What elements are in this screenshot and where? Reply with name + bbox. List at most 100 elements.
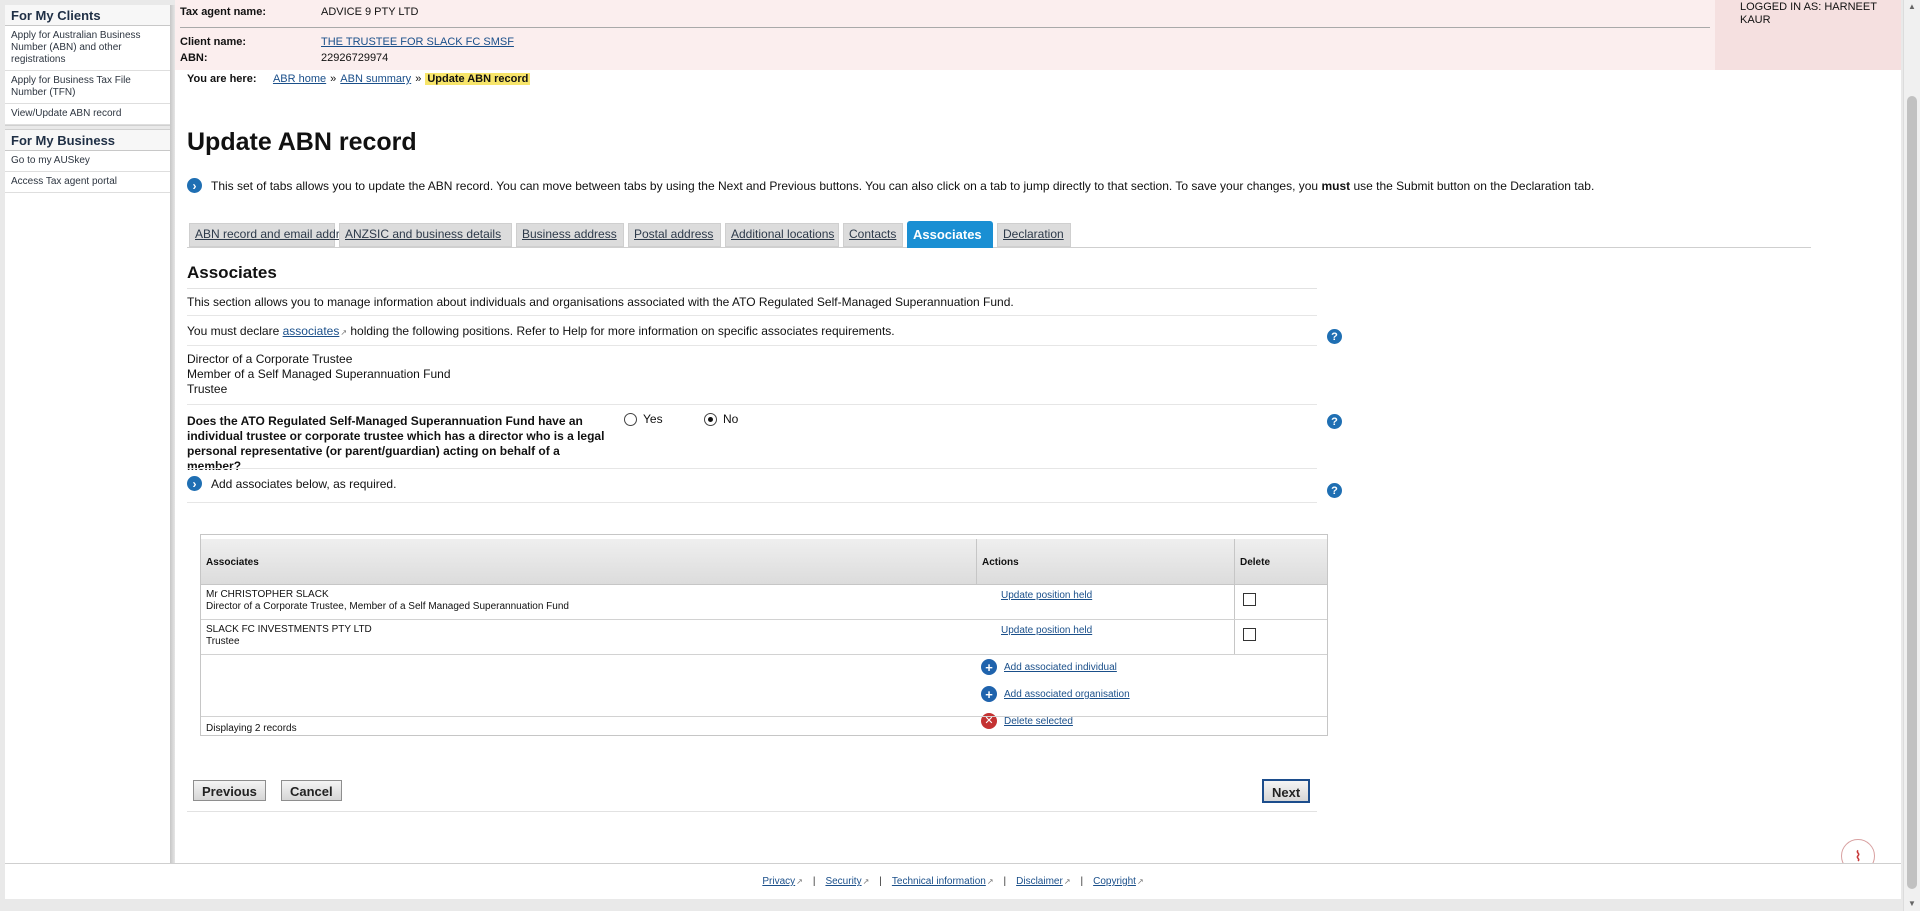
tab-business-address[interactable]: Business address	[516, 223, 624, 247]
scroll-down-icon[interactable]: ▼	[1908, 899, 1916, 908]
section-description: This section allows you to manage inform…	[187, 295, 1014, 309]
footer-link-copyright[interactable]: Copyright	[1093, 876, 1136, 887]
main-area: Tax agent name: ADVICE 9 PTY LTD Client …	[175, 0, 1901, 873]
tab-declaration[interactable]: Declaration	[997, 223, 1071, 247]
representative-question: Does the ATO Regulated Self-Managed Supe…	[187, 414, 605, 473]
footer-link-privacy[interactable]: Privacy	[762, 876, 795, 887]
divider	[187, 468, 1317, 469]
table-row: Mr CHRISTOPHER SLACK Director of a Corpo…	[201, 585, 1327, 620]
footer-separator: |	[879, 876, 882, 887]
breadcrumb-current: Update ABN record	[425, 73, 531, 85]
tab-associates[interactable]: Associates	[907, 221, 993, 248]
footer-link-technical[interactable]: Technical information	[892, 876, 986, 887]
add-associates-note: › Add associates below, as required.	[187, 476, 396, 491]
external-link-icon: ↗	[986, 877, 994, 886]
tax-agent-value: ADVICE 9 PTY LTD	[321, 6, 419, 18]
position-item: Director of a Corporate Trustee	[187, 352, 353, 366]
scroll-thumb[interactable]	[1907, 96, 1917, 889]
sidebar-item-tax-agent-portal[interactable]: Access Tax agent portal	[5, 172, 170, 193]
breadcrumb-abn-summary[interactable]: ABN summary	[340, 73, 411, 85]
add-icon: +	[981, 659, 997, 675]
help-icon[interactable]: ?	[1327, 414, 1342, 429]
update-position-link[interactable]: Update position held	[1001, 590, 1092, 601]
scroll-up-icon[interactable]: ▲	[1908, 2, 1916, 11]
add-individual-link[interactable]: Add associated individual	[1004, 662, 1117, 673]
previous-button[interactable]: Previous	[193, 780, 266, 801]
scrollbar[interactable]: ▲ ▼	[1903, 0, 1920, 911]
intro-part: This set of tabs allows you to update th…	[211, 178, 1322, 193]
delete-checkbox[interactable]	[1243, 593, 1256, 606]
breadcrumb: You are here: ABR home» ABN summary» Updat…	[187, 73, 531, 85]
intro-text: › This set of tabs allows you to update …	[187, 178, 1594, 193]
add-organisation-link[interactable]: Add associated organisation	[1004, 689, 1130, 700]
abn-label: ABN:	[180, 52, 208, 64]
page-title: Update ABN record	[187, 128, 417, 156]
footer-link-disclaimer[interactable]: Disclaimer	[1016, 876, 1063, 887]
column-header-delete: Delete	[1234, 539, 1327, 585]
help-icon[interactable]: ?	[1327, 329, 1342, 344]
section-title: Associates	[187, 263, 277, 282]
radio-no-label: No	[723, 412, 739, 426]
divider	[187, 404, 1317, 405]
associates-table: Associates Actions Delete Mr CHRISTOPHER…	[200, 534, 1328, 736]
radio-yes-label: Yes	[643, 412, 663, 426]
tab-postal-address[interactable]: Postal address	[628, 223, 721, 247]
associate-positions: Director of a Corporate Trustee, Member …	[206, 601, 569, 612]
intro-emphasis: must	[1321, 178, 1351, 193]
radio-no-circle[interactable]	[704, 412, 717, 426]
divider	[187, 288, 1317, 289]
tax-agent-label: Tax agent name:	[180, 6, 266, 18]
sidebar-heading-business: For My Business	[5, 130, 170, 151]
associate-cell: Mr CHRISTOPHER SLACK Director of a Corpo…	[206, 589, 569, 613]
next-button[interactable]: Next	[1262, 779, 1311, 803]
associate-name: Mr CHRISTOPHER SLACK	[206, 589, 329, 600]
table-row: SLACK FC INVESTMENTS PTY LTD Trustee Upd…	[201, 620, 1327, 655]
delete-selected-link[interactable]: Delete selected	[1004, 716, 1073, 727]
divider	[187, 345, 1317, 346]
footer-link-security[interactable]: Security	[825, 876, 861, 887]
position-item: Trustee	[187, 382, 228, 396]
sidebar-heading-clients: For My Clients	[5, 5, 170, 26]
content-card: You are here: ABR home» ABN summary» Updat…	[175, 70, 1901, 873]
cancel-button[interactable]: Cancel	[281, 780, 342, 801]
add-icon: +	[981, 686, 997, 702]
radio-no[interactable]: No	[704, 412, 738, 426]
radio-yes-circle[interactable]	[624, 412, 637, 426]
update-position-link[interactable]: Update position held	[1001, 625, 1092, 636]
radio-yes[interactable]: Yes	[624, 412, 663, 426]
associates-link[interactable]: associates	[283, 324, 340, 338]
sidebar: For My Clients Apply for Australian Busi…	[5, 5, 176, 863]
intro-sentence: This set of tabs allows you to update th…	[211, 179, 1594, 193]
divider	[187, 315, 1317, 316]
external-link-icon: ↗	[796, 877, 803, 886]
client-name-link[interactable]: THE TRUSTEE FOR SLACK FC SMSF	[321, 36, 514, 48]
sidebar-item-apply-abn[interactable]: Apply for Australian Business Number (AB…	[5, 26, 170, 71]
tab-anzsic[interactable]: ANZSIC and business details	[339, 223, 512, 247]
declare-part: holding the following positions. Refer t…	[347, 324, 895, 338]
column-header-associates: Associates	[206, 557, 259, 568]
sidebar-item-auskey[interactable]: Go to my AUSkey	[5, 151, 170, 172]
divider	[187, 502, 1317, 503]
sidebar-item-apply-tfn[interactable]: Apply for Business Tax File Number (TFN)	[5, 71, 170, 104]
help-icon[interactable]: ?	[1327, 483, 1342, 498]
footer-separator: |	[1080, 876, 1084, 887]
tab-bar: ABN record and email address ANZSIC and …	[187, 219, 1811, 248]
client-label: Client name:	[180, 36, 247, 48]
logged-in-status: LOGGED IN AS: HARNEET KAUR	[1715, 0, 1901, 70]
required-positions: Director of a Corporate Trustee Member o…	[187, 352, 451, 397]
sidebar-item-view-update-abn[interactable]: View/Update ABN record	[5, 104, 170, 125]
breadcrumb-separator: »	[415, 73, 422, 85]
agent-divider	[180, 27, 1710, 28]
column-divider	[976, 539, 977, 585]
breadcrumb-abr-home[interactable]: ABR home	[273, 73, 326, 85]
delete-checkbox[interactable]	[1243, 628, 1256, 641]
tab-additional-locations[interactable]: Additional locations	[725, 223, 839, 247]
tab-abn-record[interactable]: ABN record and email address	[189, 223, 358, 247]
breadcrumb-separator: »	[330, 73, 337, 85]
associate-name: SLACK FC INVESTMENTS PTY LTD	[206, 624, 372, 635]
divider	[187, 811, 1317, 812]
add-individual-action[interactable]: + Add associated individual	[981, 659, 1117, 675]
add-organisation-action[interactable]: + Add associated organisation	[981, 686, 1130, 702]
footer: Privacy ↗ | Security ↗ | Technical informa…	[5, 863, 1901, 899]
tab-contacts[interactable]: Contacts	[843, 223, 903, 247]
